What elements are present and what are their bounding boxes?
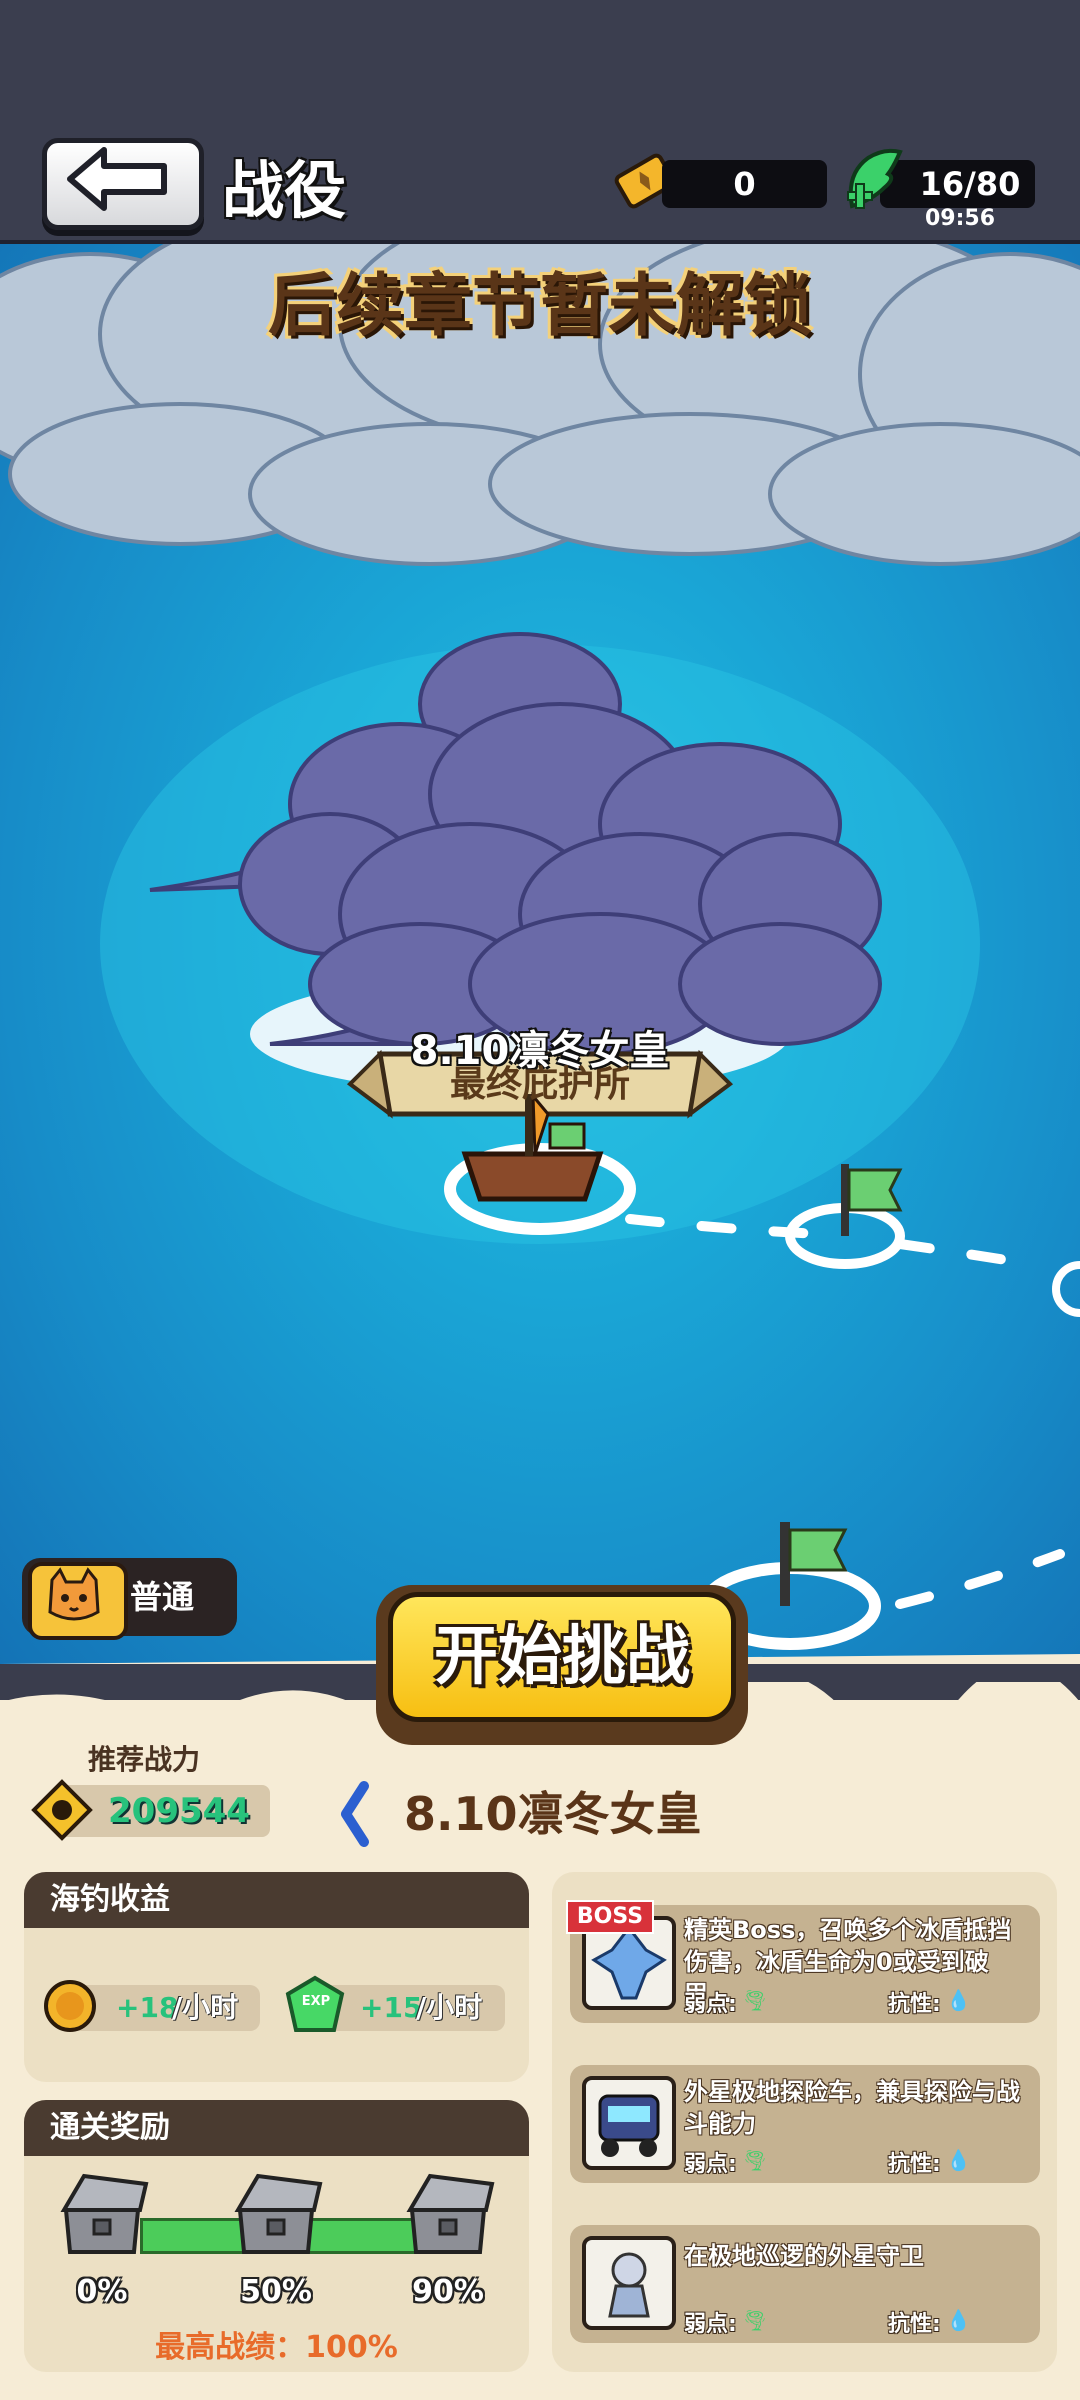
enemy-description: 外星极地探险车，兼具探险与战斗能力 bbox=[684, 2078, 1020, 2138]
weakness-label: 弱点: bbox=[684, 2312, 737, 2337]
campaign-map[interactable] bbox=[0, 244, 1080, 1664]
best-record: 最高战绩：100% bbox=[24, 2322, 529, 2366]
best-record-label: 最高战绩： bbox=[155, 2330, 306, 2365]
status-bar bbox=[0, 0, 1080, 130]
tornado-icon: 🌪 bbox=[742, 2308, 768, 2332]
coin-rate: +18 bbox=[116, 1991, 179, 2024]
resistance-label: 抗性: bbox=[888, 1992, 941, 2017]
water-drop-icon: 💧 bbox=[946, 1988, 971, 2012]
weakness-label: 弱点: bbox=[684, 2152, 737, 2177]
clear-reward-title: 通关奖励 bbox=[50, 2110, 170, 2145]
weakness-label: 弱点: bbox=[684, 1992, 737, 2017]
best-record-value: 100% bbox=[305, 2330, 398, 2365]
coin-icon bbox=[44, 1980, 96, 2032]
enemy-portrait bbox=[582, 2076, 676, 2170]
enemy-description: 在极地巡逻的外星守卫 bbox=[684, 2242, 924, 2270]
chest-icon[interactable] bbox=[228, 2170, 324, 2266]
locked-chapter-banner: 后续章节暂未解锁 bbox=[267, 267, 812, 346]
chest-icon[interactable] bbox=[400, 2170, 496, 2266]
start-challenge-label[interactable]: 开始挑战 bbox=[388, 1592, 736, 1722]
chevron-left-icon[interactable] bbox=[338, 1780, 372, 1848]
water-drop-icon: 💧 bbox=[946, 2148, 971, 2172]
exp-rate-unit: /小时 bbox=[416, 1991, 483, 2024]
resistance-label: 抗性: bbox=[888, 2312, 941, 2337]
recommended-power-value: 209544 bbox=[108, 1791, 250, 1831]
enemy-portrait bbox=[582, 2236, 676, 2330]
difficulty-label[interactable]: 普通 bbox=[130, 1558, 194, 1636]
resistance-label: 抗性: bbox=[888, 2152, 941, 2177]
cat-face-icon[interactable] bbox=[28, 1562, 128, 1640]
recommended-power-label: 推荐战力 bbox=[88, 1743, 201, 1776]
ticket-count: 0 bbox=[733, 165, 756, 203]
fishing-income-title: 海钓收益 bbox=[50, 1882, 170, 1917]
coin-rate-unit: /小时 bbox=[172, 1991, 239, 2024]
milestone-label: 90% bbox=[412, 2274, 484, 2309]
water-drop-icon: 💧 bbox=[946, 2308, 971, 2332]
energy-count: 16/80 bbox=[919, 165, 1021, 203]
power-icon bbox=[31, 1779, 93, 1841]
arrow-left-icon bbox=[67, 147, 167, 211]
boss-tag: BOSS bbox=[566, 1900, 654, 1934]
stage-name: 8.10凛冬女皇 bbox=[404, 1787, 702, 1841]
milestone-label: 50% bbox=[240, 2274, 312, 2309]
energy-timer: 09:56 bbox=[924, 206, 996, 231]
chest-icon[interactable] bbox=[54, 2170, 150, 2266]
tornado-icon: 🌪 bbox=[742, 2148, 768, 2172]
milestone-label: 0% bbox=[76, 2274, 128, 2309]
tornado-icon: 🌪 bbox=[742, 1988, 768, 2012]
map-artwork bbox=[0, 244, 1080, 1664]
exp-gem-label: EXP bbox=[301, 1994, 331, 2009]
back-button[interactable] bbox=[42, 138, 204, 230]
exp-rate: +15 bbox=[360, 1991, 423, 2024]
map-stage-subtitle: 最终庇护所 bbox=[449, 1064, 630, 1105]
page-title: 战役 bbox=[222, 154, 347, 227]
